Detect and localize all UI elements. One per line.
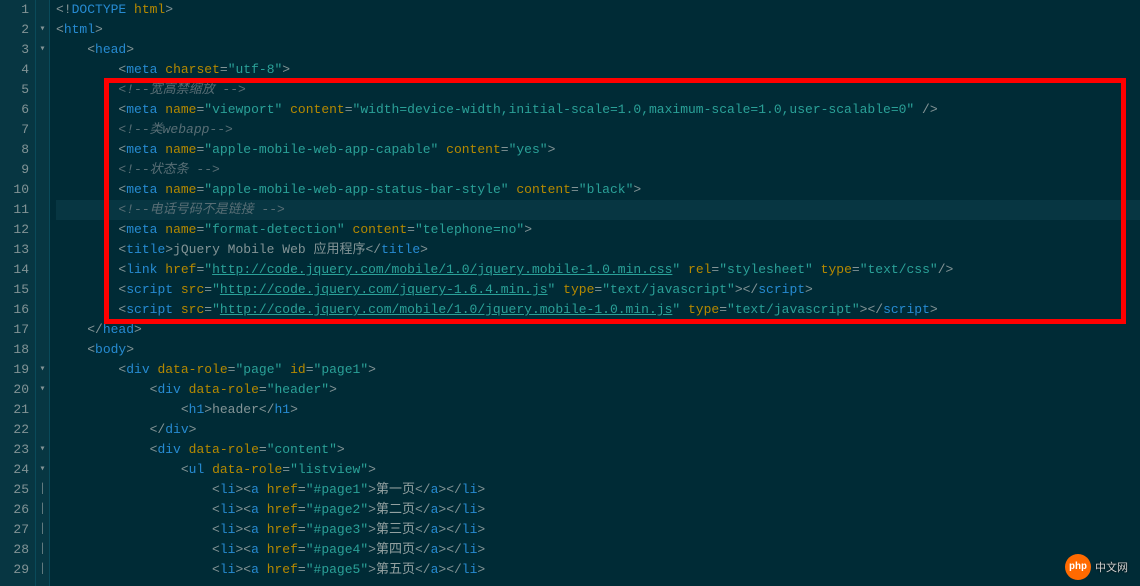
fold-marker[interactable] [36, 400, 49, 420]
watermark: php 中文网 [1065, 554, 1128, 580]
watermark-text: 中文网 [1095, 559, 1128, 575]
fold-marker[interactable] [36, 280, 49, 300]
line-number[interactable]: 12 [0, 220, 29, 240]
line-number[interactable]: 10 [0, 180, 29, 200]
fold-marker[interactable] [36, 140, 49, 160]
line-number[interactable]: 1 [0, 0, 29, 20]
fold-marker[interactable] [36, 120, 49, 140]
line-number[interactable]: 11 [0, 200, 29, 220]
line-number[interactable]: 6 [0, 100, 29, 120]
code-line[interactable]: <meta name="apple-mobile-web-app-capable… [56, 140, 1140, 160]
line-number[interactable]: 23 [0, 440, 29, 460]
code-line[interactable]: <li><a href="#page4">第四页</a></li> [56, 540, 1140, 560]
fold-marker[interactable]: ▾ [36, 20, 49, 40]
fold-marker[interactable] [36, 240, 49, 260]
line-number[interactable]: 28 [0, 540, 29, 560]
code-line[interactable]: <script src="http://code.jquery.com/jque… [56, 280, 1140, 300]
fold-marker[interactable]: │ [36, 520, 49, 540]
code-line[interactable]: </head> [56, 320, 1140, 340]
line-number[interactable]: 16 [0, 300, 29, 320]
line-number[interactable]: 20 [0, 380, 29, 400]
line-number[interactable]: 7 [0, 120, 29, 140]
line-number[interactable]: 4 [0, 60, 29, 80]
line-number[interactable]: 21 [0, 400, 29, 420]
fold-marker[interactable] [36, 0, 49, 20]
code-line[interactable]: <link href="http://code.jquery.com/mobil… [56, 260, 1140, 280]
line-number[interactable]: 25 [0, 480, 29, 500]
fold-column[interactable]: ▾▾▾▾▾▾│││││ [36, 0, 50, 586]
code-line[interactable]: <script src="http://code.jquery.com/mobi… [56, 300, 1140, 320]
code-line[interactable]: <!--状态条 --> [56, 160, 1140, 180]
code-line[interactable]: <!DOCTYPE html> [56, 0, 1140, 20]
code-line[interactable]: <li><a href="#page3">第三页</a></li> [56, 520, 1140, 540]
fold-marker[interactable]: ▾ [36, 440, 49, 460]
line-number[interactable]: 26 [0, 500, 29, 520]
fold-marker[interactable] [36, 180, 49, 200]
line-number[interactable]: 29 [0, 560, 29, 580]
code-line[interactable]: <meta name="apple-mobile-web-app-status-… [56, 180, 1140, 200]
code-line[interactable]: </div> [56, 420, 1140, 440]
code-line[interactable]: <!--宽高禁缩放 --> [56, 80, 1140, 100]
line-number[interactable]: 18 [0, 340, 29, 360]
fold-marker[interactable]: │ [36, 540, 49, 560]
line-number[interactable]: 27 [0, 520, 29, 540]
line-number[interactable]: 8 [0, 140, 29, 160]
line-number[interactable]: 13 [0, 240, 29, 260]
code-line[interactable]: <head> [56, 40, 1140, 60]
fold-marker[interactable] [36, 300, 49, 320]
code-line[interactable]: <body> [56, 340, 1140, 360]
fold-marker[interactable] [36, 160, 49, 180]
line-number[interactable]: 17 [0, 320, 29, 340]
fold-marker[interactable]: ▾ [36, 360, 49, 380]
line-number[interactable]: 5 [0, 80, 29, 100]
fold-marker[interactable] [36, 200, 49, 220]
code-line[interactable]: <div data-role="content"> [56, 440, 1140, 460]
watermark-logo: php [1065, 554, 1091, 580]
code-line[interactable]: <meta name="format-detection" content="t… [56, 220, 1140, 240]
fold-marker[interactable] [36, 340, 49, 360]
code-line[interactable]: <meta name="viewport" content="width=dev… [56, 100, 1140, 120]
code-line[interactable]: <li><a href="#page5">第五页</a></li> [56, 560, 1140, 580]
code-line[interactable]: <h1>header</h1> [56, 400, 1140, 420]
code-editor[interactable]: 1234567891011121314151617181920212223242… [0, 0, 1140, 586]
fold-marker[interactable] [36, 100, 49, 120]
line-number-gutter[interactable]: 1234567891011121314151617181920212223242… [0, 0, 36, 586]
line-number[interactable]: 22 [0, 420, 29, 440]
line-number[interactable]: 2 [0, 20, 29, 40]
fold-marker[interactable]: ▾ [36, 380, 49, 400]
fold-marker[interactable]: │ [36, 480, 49, 500]
code-line[interactable]: <!--类webapp--> [56, 120, 1140, 140]
code-line[interactable]: <meta charset="utf-8"> [56, 60, 1140, 80]
fold-marker[interactable]: │ [36, 560, 49, 580]
fold-marker[interactable] [36, 260, 49, 280]
code-line[interactable]: <ul data-role="listview"> [56, 460, 1140, 480]
code-line[interactable]: <li><a href="#page1">第一页</a></li> [56, 480, 1140, 500]
code-line[interactable]: <div data-role="header"> [56, 380, 1140, 400]
fold-marker[interactable] [36, 80, 49, 100]
code-line[interactable]: <title>jQuery Mobile Web 应用程序</title> [56, 240, 1140, 260]
code-line[interactable]: <div data-role="page" id="page1"> [56, 360, 1140, 380]
fold-marker[interactable] [36, 320, 49, 340]
line-number[interactable]: 9 [0, 160, 29, 180]
fold-marker[interactable] [36, 60, 49, 80]
code-line[interactable]: <!--电话号码不是链接 --> [56, 200, 1140, 220]
line-number[interactable]: 15 [0, 280, 29, 300]
fold-marker[interactable]: ▾ [36, 460, 49, 480]
fold-marker[interactable]: │ [36, 500, 49, 520]
fold-marker[interactable]: ▾ [36, 40, 49, 60]
line-number[interactable]: 24 [0, 460, 29, 480]
line-number[interactable]: 3 [0, 40, 29, 60]
fold-marker[interactable] [36, 220, 49, 240]
line-number[interactable]: 14 [0, 260, 29, 280]
code-line[interactable]: <li><a href="#page2">第二页</a></li> [56, 500, 1140, 520]
code-area[interactable]: <!DOCTYPE html><html> <head> <meta chars… [50, 0, 1140, 586]
code-line[interactable]: <html> [56, 20, 1140, 40]
fold-marker[interactable] [36, 420, 49, 440]
line-number[interactable]: 19 [0, 360, 29, 380]
